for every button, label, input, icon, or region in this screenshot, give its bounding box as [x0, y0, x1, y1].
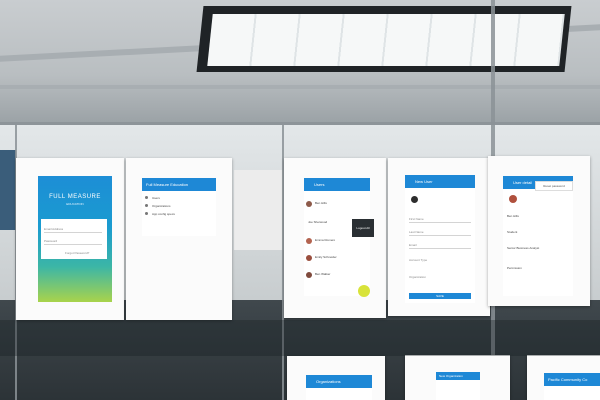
new-user-screen: New User First Name Last Name Email Acco… — [405, 175, 475, 303]
app-bar: Users — [304, 178, 370, 191]
divider — [409, 222, 471, 223]
avatar — [306, 201, 312, 207]
avatar — [306, 272, 312, 278]
user-icon — [145, 196, 148, 199]
list-item: Ben Walker — [315, 272, 331, 276]
logo-title: FULL MEASURE — [49, 194, 101, 200]
glass-rail — [0, 122, 600, 125]
user-detail-screen: User detail Reset password Ben Hills Stu… — [503, 176, 573, 296]
user-name: Ben Hills — [507, 214, 519, 218]
app-bar: Pacific Community Co — [544, 373, 600, 386]
save-button: SAVE — [409, 293, 471, 299]
ceiling-beam — [0, 85, 600, 89]
app-bar: New Organization — [436, 372, 480, 380]
divider — [409, 235, 471, 236]
divider — [409, 248, 471, 249]
list-item: Joe Sherwood — [308, 220, 328, 224]
forgot-password-link: Forgot Password? — [65, 251, 90, 255]
popup-menu: Logout All — [352, 219, 374, 237]
login-form: Email Address Password Forgot Password? — [41, 219, 107, 259]
organization-field: Organization — [409, 275, 427, 279]
building-icon — [145, 204, 148, 207]
organizations-screen: Organizations — [306, 375, 372, 400]
list-item: Emily Schneider — [315, 255, 337, 259]
gear-icon — [145, 212, 148, 215]
menu-item-organizations: Organizations — [152, 204, 171, 208]
add-fab — [358, 285, 370, 297]
overflow-menu: Reset password — [535, 181, 573, 191]
email-field: Email Address — [44, 227, 64, 231]
menu-item-users: Users — [152, 196, 160, 200]
menu-item-config: App config specs — [152, 212, 175, 216]
menu-screen: Full Measure Education Users Organizatio… — [142, 178, 216, 236]
avatar — [306, 255, 312, 261]
office-photo: FULL MEASURE EDUCATION Email Address Pas… — [0, 0, 600, 400]
account-type-field: Account Type — [409, 258, 428, 262]
last-name-field: Last Name — [409, 230, 424, 234]
organization-detail-screen: Pacific Community Co — [544, 373, 600, 400]
divider — [44, 232, 102, 233]
glass-reflection — [0, 320, 600, 356]
new-organization-screen: New Organization — [436, 372, 480, 400]
user-title: Senior Business Analyst — [507, 246, 540, 250]
list-item: Emma Romero — [315, 238, 336, 242]
monitor — [0, 150, 16, 230]
first-name-field: First Name — [409, 217, 424, 221]
app-bar: Full Measure Education — [142, 178, 216, 191]
users-screen: Users Ben Hills Joe Sherwood Emma Romero… — [304, 178, 370, 296]
password-field: Password — [44, 239, 58, 243]
logo-subtitle: EDUCATION — [66, 202, 84, 206]
ceiling-light — [207, 14, 565, 66]
avatar — [509, 195, 517, 203]
app-bar: New User — [405, 175, 475, 188]
user-type: Student — [507, 230, 518, 234]
avatar — [306, 238, 312, 244]
divider — [44, 244, 102, 245]
avatar-placeholder-icon — [411, 196, 418, 203]
app-bar: Organizations — [306, 375, 372, 388]
list-item: Ben Hills — [315, 201, 327, 205]
email-field: Email — [409, 243, 417, 247]
user-permission: Permission — [507, 266, 522, 270]
